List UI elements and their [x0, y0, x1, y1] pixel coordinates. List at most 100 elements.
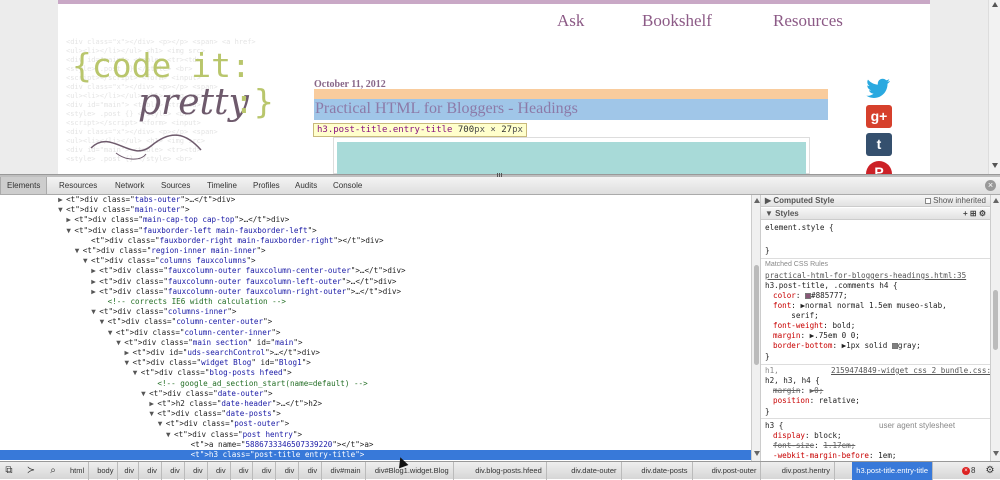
breadcrumb-item[interactable]: div	[120, 462, 139, 480]
breadcrumb-item[interactable]: div	[166, 462, 185, 480]
tab-console[interactable]: Console	[327, 177, 368, 194]
scroll-up-icon[interactable]	[754, 198, 760, 203]
dom-node[interactable]: ▶ <t">div class="fauxcolumn-outer fauxcol…	[0, 287, 751, 297]
rule1-selector[interactable]: h3.post-title, .comments h4 {	[765, 281, 898, 291]
breadcrumb-item[interactable]: div.post-outer	[708, 462, 762, 480]
collapse-triangle-icon[interactable]: ▼	[141, 389, 149, 399]
css-property[interactable]: margin: ▶.75em 0 0;	[773, 331, 860, 341]
breadcrumb-item[interactable]: div.date-outer	[567, 462, 622, 480]
dom-node[interactable]: ▶ <t">div class="fauxcolumn-outer fauxcol…	[0, 277, 751, 287]
css-property[interactable]: margin: ▶0;	[773, 386, 823, 396]
elements-scrollbar[interactable]	[751, 195, 761, 461]
nav-link-resources[interactable]: Resources	[773, 11, 843, 31]
dom-node[interactable]: ▶ <t">h2 class="date-header">…</t">h2>	[0, 399, 751, 409]
breadcrumb-item[interactable]: div	[189, 462, 208, 480]
error-count-badge[interactable]: × 8	[962, 465, 975, 477]
styles-toolbar-icons[interactable]: + ⊞ ⚙	[963, 208, 986, 220]
dom-node[interactable]: ▼ <t">div class="region-inner main-inner"…	[0, 246, 751, 256]
breadcrumb-item[interactable]: div.blog-posts.hfeed	[471, 462, 547, 480]
css-property[interactable]: border-bottom: ▶1px solid gray;	[773, 341, 921, 351]
dom-node[interactable]: ▶ <t">div class="fauxcolumn-outer fauxcol…	[0, 266, 751, 276]
expand-triangle-icon[interactable]: ▶	[125, 348, 133, 358]
dom-node[interactable]: ▼ <t">div class="columns-inner">	[0, 307, 751, 317]
close-devtools-icon[interactable]: ×	[985, 180, 996, 191]
dom-node[interactable]: ▼ <t">div class="column-center-outer">	[0, 317, 751, 327]
css-property[interactable]: position: relative;	[773, 396, 860, 406]
breadcrumb-item[interactable]: body	[93, 462, 119, 480]
breadcrumb-item[interactable]: div	[281, 462, 300, 480]
css-property[interactable]: color: #885777;	[773, 291, 848, 301]
gear-icon[interactable]: ⚙	[984, 465, 996, 477]
console-drawer-icon[interactable]: ≻	[25, 465, 37, 477]
dom-node[interactable]: ▼ <t">div class="date-posts">	[0, 409, 751, 419]
tab-elements[interactable]: Elements	[0, 177, 48, 194]
collapse-triangle-icon[interactable]: ▼	[75, 246, 83, 256]
css-property[interactable]: display: block;	[773, 431, 842, 441]
styles-scrollbar[interactable]	[990, 195, 1000, 461]
scroll-down-icon[interactable]	[993, 451, 999, 456]
tumblr-icon[interactable]: t	[866, 133, 892, 156]
collapse-triangle-icon[interactable]: ▼	[58, 205, 66, 215]
collapse-triangle-icon[interactable]: ▼	[133, 368, 141, 378]
scroll-up-icon[interactable]	[992, 2, 998, 7]
collapse-triangle-icon[interactable]: ▼	[125, 358, 133, 368]
dom-node[interactable]: ▼ <t">div class="widget Blog" id="Blog1">	[0, 358, 751, 368]
breadcrumb-item[interactable]: div	[258, 462, 277, 480]
rule2-source-link[interactable]: 2159474849-widget_css_2_bundle.css:1	[831, 366, 996, 376]
breadcrumb-item[interactable]: div.date-posts	[637, 462, 693, 480]
page-scrollbar[interactable]	[988, 0, 1000, 174]
dom-node[interactable]: ▼ <t">div class="fauxborder-left main-fau…	[0, 226, 751, 236]
breadcrumb-item[interactable]: div.post.hentry	[778, 462, 836, 480]
rule2-selector[interactable]: h2, h3, h4 {	[765, 376, 820, 386]
breadcrumb-item[interactable]: div	[235, 462, 254, 480]
breadcrumb-item[interactable]: h3.post-title.entry-title	[852, 462, 933, 480]
dom-node[interactable]: ▼ <t">div class="blog-posts hfeed">	[0, 368, 751, 378]
tab-resources[interactable]: Resources	[53, 177, 103, 194]
inspect-search-icon[interactable]: ⌕	[47, 465, 59, 477]
scroll-down-icon[interactable]	[992, 163, 998, 168]
expand-triangle-icon[interactable]: ▶	[58, 195, 66, 205]
collapse-triangle-icon[interactable]: ▼	[100, 317, 108, 327]
element-style-rule[interactable]: element.style {	[765, 223, 834, 233]
collapse-triangle-icon[interactable]: ▼	[116, 338, 124, 348]
css-property[interactable]: serif;	[773, 311, 818, 321]
collapse-triangle-icon[interactable]: ▼	[83, 256, 91, 266]
dom-node[interactable]: <t">a name="5886733346507339220"></t">a>	[0, 440, 751, 450]
breadcrumb-item[interactable]: html	[66, 462, 90, 480]
dom-node[interactable]: ▼ <t">div class="column-center-inner">	[0, 328, 751, 338]
rule3-selector[interactable]: h3 {	[765, 421, 783, 431]
tab-network[interactable]: Network	[109, 177, 150, 194]
css-property[interactable]: font-weight: bold;	[773, 321, 855, 331]
breadcrumb-item[interactable]: div#main	[327, 462, 366, 480]
dom-node[interactable]: ▼ <t">div class="date-outer">	[0, 389, 751, 399]
post-title[interactable]: Practical HTML for Bloggers - Headings	[315, 100, 578, 118]
nav-link-bookshelf[interactable]: Bookshelf	[642, 11, 712, 31]
computed-style-header[interactable]: ▶ Computed Style Show inherited	[761, 195, 1000, 207]
show-inherited-checkbox[interactable]	[924, 197, 931, 204]
breadcrumb-item[interactable]: div	[143, 462, 162, 480]
dom-node[interactable]: ▼ <t">div class="columns fauxcolumns">	[0, 256, 751, 266]
dock-icon[interactable]: ⧉	[3, 465, 15, 477]
dom-node[interactable]: ▶ <t">div id="uds-searchControl">…</t">di…	[0, 348, 751, 358]
tab-audits[interactable]: Audits	[289, 177, 323, 194]
css-property[interactable]: font: ▶normal normal 1.5em museo-slab,	[773, 301, 947, 311]
dom-node[interactable]: ▼ <t">div class="main section" id="main">	[0, 338, 751, 348]
scroll-down-icon[interactable]	[754, 451, 760, 456]
scroll-up-icon[interactable]	[993, 198, 999, 203]
collapse-triangle-icon[interactable]: ▼	[158, 419, 166, 429]
rule1-source-link[interactable]: practical-html-for-bloggers-headings.htm…	[765, 271, 966, 281]
css-property[interactable]: font-size: 1.17em;	[773, 441, 855, 451]
dom-node[interactable]: ▶ <t">div class="tabs-outer">…</t">div>	[0, 195, 751, 205]
tab-profiles[interactable]: Profiles	[247, 177, 286, 194]
scroll-thumb[interactable]	[993, 290, 998, 350]
tab-sources[interactable]: Sources	[155, 177, 196, 194]
breadcrumb-item[interactable]: div#Blog1.widget.Blog	[371, 462, 454, 480]
google-plus-icon[interactable]: g+	[866, 105, 892, 128]
dom-node[interactable]: ▼ <t">div class="post-outer">	[0, 419, 751, 429]
dom-node[interactable]: ▶ <t">div class="main-cap-top cap-top">…<…	[0, 215, 751, 225]
nav-link-ask[interactable]: Ask	[557, 11, 584, 31]
css-property[interactable]: -webkit-margin-before: 1em;	[773, 451, 896, 461]
dom-node[interactable]: <t">div class="fauxborder-right main-fau…	[0, 236, 751, 246]
dom-node[interactable]: ▼ <t">div class="main-outer">	[0, 205, 751, 215]
twitter-icon[interactable]	[866, 77, 892, 100]
